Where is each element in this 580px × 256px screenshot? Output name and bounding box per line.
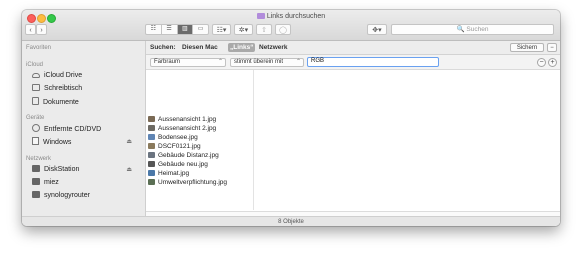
desktop-icon (32, 84, 40, 91)
image-thumbnail-icon (148, 125, 155, 131)
list-item[interactable]: Umweltverpflichtung.jpg (148, 178, 227, 187)
file-name: Aussenansicht 1.jpg (158, 116, 217, 123)
file-name: Aussenansicht 2.jpg (158, 125, 217, 132)
search-criteria-row: Farbraum ⌃ stimmt überein mit ⌃ RGB − + (146, 55, 560, 70)
list-item[interactable]: Aussenansicht 2.jpg (148, 124, 216, 133)
chevron-updown-icon: ⌃ (217, 59, 223, 65)
list-item[interactable]: Heimat.jpg (148, 169, 189, 178)
save-search-button[interactable]: Sichern (510, 43, 544, 52)
operator-select[interactable]: stimmt überein mit ⌃ (230, 58, 304, 67)
sidebar-item-diskstation[interactable]: DiskStation ⏏ (32, 165, 142, 175)
attribute-select[interactable]: Farbraum ⌃ (150, 58, 226, 67)
sidebar-item-label: iCloud Drive (44, 72, 83, 79)
server-icon (32, 165, 40, 172)
sidebar-item-label: synologyrouter (44, 192, 90, 199)
sidebar-item-windows[interactable]: Windows ⏏ (32, 137, 142, 147)
finder-window: Links durchsuchen ‹ › ☷ ☰ ▥ ▭ ☷▾ ✲▾ ⇧ ◯ … (22, 10, 560, 226)
dropbox-button[interactable]: ✥▾ (367, 24, 387, 35)
group-button[interactable]: ☷▾ (212, 24, 231, 35)
chevron-updown-icon: ⌃ (295, 59, 301, 65)
criteria-value-input[interactable]: RGB (307, 57, 439, 67)
sidebar-item-label: DiskStation (44, 166, 80, 173)
column-view-button[interactable]: ▥ (177, 25, 194, 34)
window-title: Links durchsuchen (22, 12, 560, 21)
image-thumbnail-icon (148, 179, 155, 185)
image-thumbnail-icon (148, 161, 155, 167)
share-button[interactable]: ⇧ (256, 24, 272, 35)
file-name: Gebäude neu.jpg (158, 161, 208, 168)
status-bar: 8 Objekte (22, 216, 560, 226)
icon-view-button[interactable]: ☷ (146, 25, 162, 34)
attribute-select-value: Farbraum (154, 59, 181, 65)
cloud-icon (32, 73, 40, 78)
image-thumbnail-icon (148, 152, 155, 158)
scope-network[interactable]: Netzwerk (257, 43, 290, 52)
main-content: Suchen: Diesen Mac „Links“ Netzwerk Sich… (146, 41, 560, 226)
server-icon (32, 191, 40, 198)
file-name: DSCF0121.jpg (158, 143, 201, 150)
file-name: Heimat.jpg (158, 170, 190, 177)
image-thumbnail-icon (148, 170, 155, 176)
toolbar: Links durchsuchen ‹ › ☷ ☰ ▥ ▭ ☷▾ ✲▾ ⇧ ◯ … (22, 10, 560, 41)
list-view-button[interactable]: ☰ (162, 25, 178, 34)
back-button[interactable]: ‹ (25, 24, 36, 35)
disc-icon (32, 124, 40, 132)
sidebar-section-icloud: iCloud (26, 62, 44, 68)
list-item[interactable]: Aussenansicht 1.jpg (148, 115, 216, 124)
sidebar-item-label: miez (44, 179, 59, 186)
sidebar-item-label: Entfernte CD/DVD (44, 126, 102, 133)
gallery-view-button[interactable]: ▭ (193, 25, 208, 34)
list-item[interactable]: DSCF0121.jpg (148, 142, 201, 151)
folder-icon (256, 13, 265, 19)
sidebar-item-label: Dokumente (43, 99, 79, 106)
server-icon (32, 178, 40, 185)
add-criteria-button[interactable]: + (548, 58, 557, 67)
image-thumbnail-icon (148, 143, 155, 149)
sidebar-item-label: Schreibtisch (44, 85, 83, 92)
drive-icon (32, 137, 39, 145)
sidebar-item-remote-disc[interactable]: Entfernte CD/DVD (32, 124, 142, 134)
remove-search-button[interactable]: − (547, 43, 557, 52)
eject-icon[interactable]: ⏏ (126, 137, 132, 147)
forward-button[interactable]: › (36, 24, 47, 35)
document-icon (32, 97, 39, 105)
sidebar-item-label: Windows (43, 139, 72, 146)
search-scope-bar: Suchen: Diesen Mac „Links“ Netzwerk Sich… (146, 41, 560, 55)
list-item[interactable]: Gebäude Distanz.jpg (148, 151, 219, 160)
file-list: Aussenansicht 1.jpg Aussenansicht 2.jpg … (146, 70, 254, 210)
file-name: Bodensee.jpg (158, 134, 198, 141)
tag-button[interactable]: ◯ (275, 24, 291, 35)
file-name: Umweltverpflichtung.jpg (158, 179, 228, 186)
action-button[interactable]: ✲▾ (234, 24, 253, 35)
sidebar-section-network: Netzwerk (26, 156, 52, 162)
list-item[interactable]: Gebäude neu.jpg (148, 160, 208, 169)
image-thumbnail-icon (148, 116, 155, 122)
view-mode-control: ☷ ☰ ▥ ▭ (145, 24, 209, 35)
sidebar-section-devices: Geräte (26, 115, 45, 121)
search-label: Suchen: (150, 44, 176, 51)
toolbar-search-input[interactable]: 🔍 Suchen (391, 24, 554, 35)
eject-icon[interactable]: ⏏ (126, 165, 132, 175)
sidebar: Favoriten iCloud iCloud Drive Schreibtis… (22, 41, 146, 226)
sidebar-section-favorites: Favoriten (26, 45, 52, 51)
sidebar-item-icloud-drive[interactable]: iCloud Drive (32, 71, 142, 81)
window-title-text: Links durchsuchen (266, 13, 326, 20)
sidebar-item-dokumente[interactable]: Dokumente (32, 97, 142, 107)
file-name: Gebäude Distanz.jpg (158, 152, 219, 159)
sidebar-item-schreibtisch[interactable]: Schreibtisch (32, 84, 142, 94)
remove-criteria-button[interactable]: − (537, 58, 546, 67)
scope-this-mac[interactable]: Diesen Mac (180, 43, 220, 52)
operator-select-value: stimmt überein mit (234, 59, 284, 65)
sidebar-item-miez[interactable]: miez (32, 178, 142, 188)
list-item[interactable]: Bodensee.jpg (148, 133, 198, 142)
scope-links[interactable]: „Links“ (228, 43, 256, 52)
image-thumbnail-icon (148, 134, 155, 140)
sidebar-item-synologyrouter[interactable]: synologyrouter (32, 191, 142, 201)
